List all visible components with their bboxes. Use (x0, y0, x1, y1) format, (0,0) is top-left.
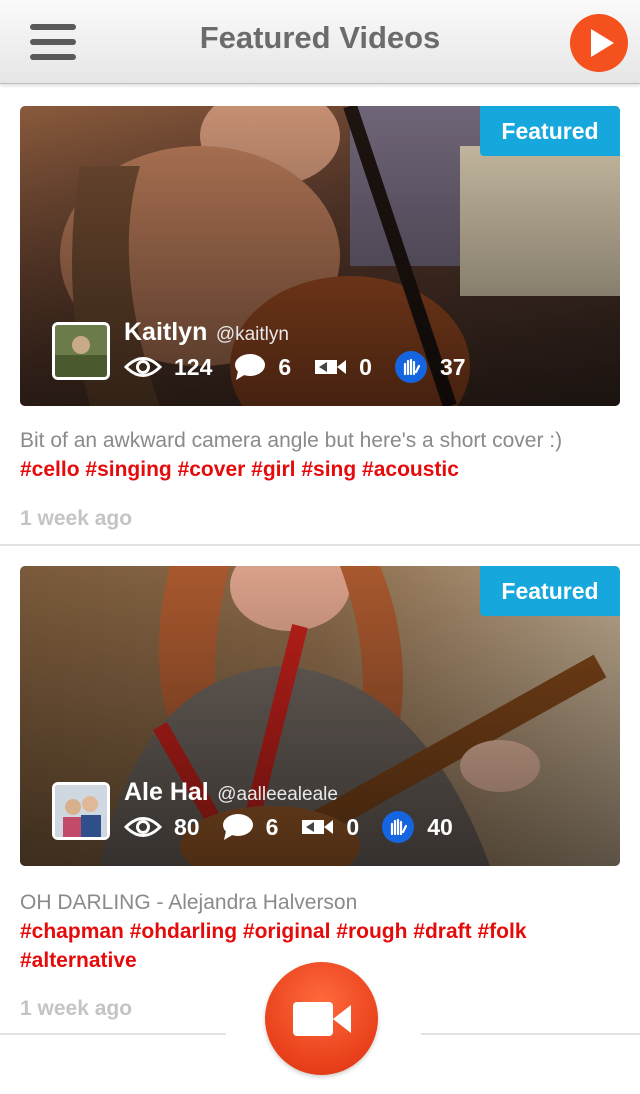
video-thumbnail[interactable]: Featured Kaitlyn @kaitlyn 124 6 0 37 (20, 106, 620, 406)
author-name[interactable]: Ale Hal (124, 778, 209, 806)
avatar[interactable] (52, 782, 110, 840)
eye-icon (123, 814, 163, 840)
hashtag[interactable]: #sing (301, 458, 356, 481)
clap-hands-icon (394, 350, 428, 384)
claps-stat: 40 (381, 810, 453, 844)
comment-bubble-icon (222, 813, 254, 841)
claps-stat: 37 (394, 350, 466, 384)
post-description: Bit of an awkward camera angle but here'… (20, 429, 563, 481)
video-thumbnail[interactable]: Featured Ale Hal @aalleealeale 80 6 0 40 (20, 566, 620, 866)
comments-stat: 6 (222, 813, 278, 841)
reshare-camera-icon (300, 817, 334, 837)
play-icon (591, 29, 614, 57)
reshare-camera-icon (313, 357, 347, 377)
author-row: Kaitlyn @kaitlyn (124, 318, 289, 347)
author-handle: @aalleealeale (217, 784, 338, 805)
play-button[interactable] (570, 14, 628, 72)
author-handle: @kaitlyn (215, 324, 289, 345)
hashtag[interactable]: #original (243, 920, 331, 943)
hashtag[interactable]: #singing (85, 458, 171, 481)
page-title: Featured Videos (199, 20, 441, 55)
eye-icon (123, 354, 163, 380)
hashtag[interactable]: #alternative (20, 949, 137, 972)
hashtag[interactable]: #draft (413, 920, 471, 943)
author-name[interactable]: Kaitlyn (124, 318, 207, 346)
avatar[interactable] (52, 322, 110, 380)
reshares-stat: 0 (300, 814, 359, 841)
hashtag[interactable]: #ohdarling (130, 920, 237, 943)
views-stat: 124 (123, 354, 212, 381)
hashtag[interactable]: #acoustic (362, 458, 459, 481)
stats-row: 124 6 0 37 (123, 350, 488, 384)
comments-stat: 6 (234, 353, 291, 381)
hashtag[interactable]: #folk (478, 920, 527, 943)
clap-hands-icon (381, 810, 415, 844)
post-timestamp: 1 week ago (20, 507, 133, 530)
featured-badge: Featured (480, 106, 620, 156)
hashtag[interactable]: #cello (20, 458, 80, 481)
post-timestamp: 1 week ago (20, 997, 133, 1020)
hashtag[interactable]: #cover (178, 458, 246, 481)
comment-bubble-icon (234, 353, 266, 381)
reshares-stat: 0 (313, 354, 372, 381)
author-row: Ale Hal @aalleealeale (124, 778, 338, 807)
video-camera-icon (293, 1002, 351, 1036)
divider (0, 1033, 226, 1035)
views-stat: 80 (123, 814, 200, 841)
record-video-button[interactable] (265, 962, 378, 1075)
divider (421, 1033, 640, 1035)
hashtag[interactable]: #chapman (20, 920, 124, 943)
hashtag[interactable]: #girl (251, 458, 295, 481)
top-bar: Featured Videos (0, 0, 640, 84)
divider (0, 544, 640, 546)
featured-badge: Featured (480, 566, 620, 616)
hashtag[interactable]: #rough (336, 920, 407, 943)
stats-row: 80 6 0 40 (123, 810, 475, 844)
